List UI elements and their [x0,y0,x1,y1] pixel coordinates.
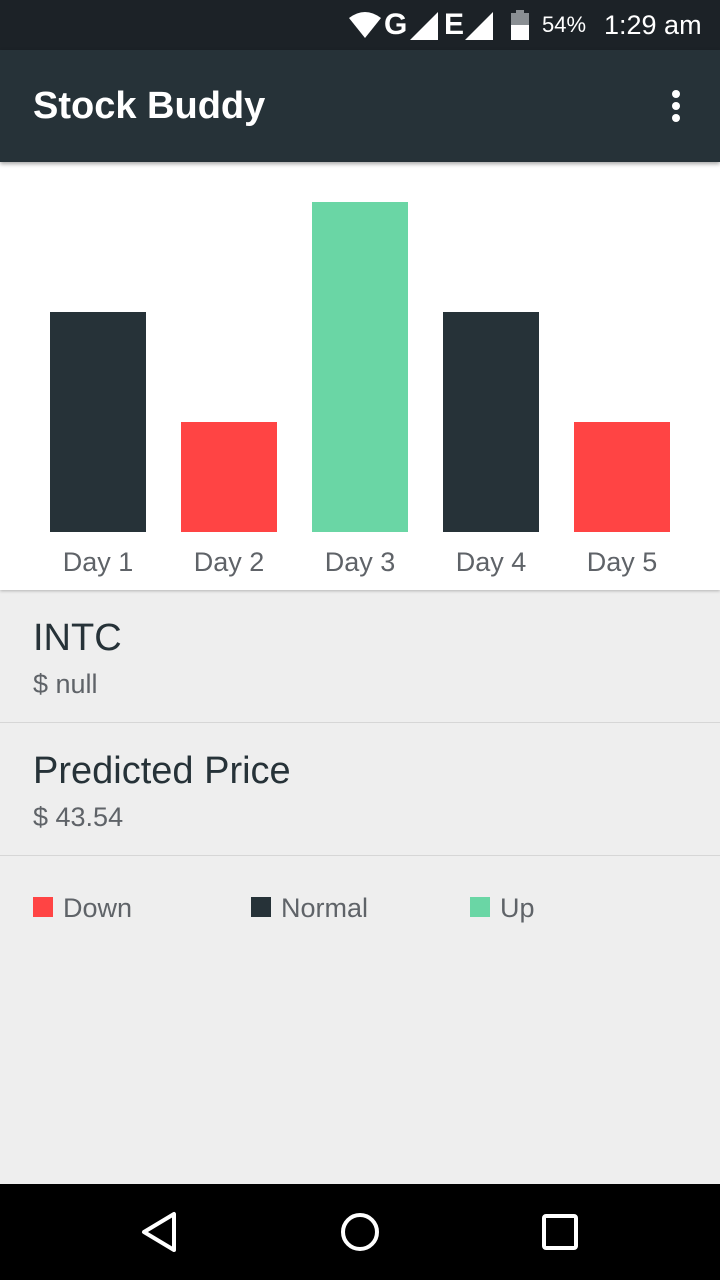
battery-percent: 54% [542,12,587,37]
back-icon[interactable] [136,1208,184,1256]
app-title: Stock Buddy [33,85,266,127]
cell-signal-icon [410,12,438,40]
status-bar: G E 54% 1:29 am [0,0,720,50]
predicted-price-value: $ 43.54 [33,802,124,832]
bar-chart: Day 1 Day 2 Day 3 Day 4 Day 5 [50,202,670,577]
home-icon[interactable] [336,1208,384,1256]
stock-price: $ null [33,669,98,699]
cell-signal-icon [465,12,493,40]
prediction-row: Predicted Price $ 43.54 [0,724,720,856]
x-tick-label: Day 5 [587,547,658,577]
battery-icon [511,10,529,40]
more-vert-icon-dot [672,114,680,122]
legend-label: Down [63,893,133,923]
bar-day-5 [574,422,670,532]
bar-day-1 [50,312,146,532]
legend-swatch-down [33,897,53,917]
x-tick-label: Day 1 [63,547,134,577]
network-type-e: E [444,8,465,41]
bar-day-4 [443,312,539,532]
stock-symbol: INTC [33,617,122,659]
legend-swatch-normal [251,897,271,917]
more-vert-icon-dot [672,102,680,110]
more-vert-icon [672,90,680,98]
stock-row: INTC $ null [0,591,720,723]
recents-icon[interactable] [536,1208,584,1256]
x-tick-label: Day 2 [194,547,265,577]
bar-day-2 [181,422,277,532]
network-type-g: G [384,8,408,41]
legend-swatch-up [470,897,490,917]
bar-day-3 [312,202,408,532]
legend-label: Normal [281,893,369,923]
nav-bar [0,1184,720,1280]
wifi-icon [349,12,381,38]
chart-card: Day 1 Day 2 Day 3 Day 4 Day 5 [0,162,720,590]
x-tick-label: Day 3 [325,547,396,577]
legend: Down Normal Up [0,880,720,936]
app-bar: Stock Buddy [0,50,720,162]
x-tick-label: Day 4 [456,547,527,577]
predicted-price-title: Predicted Price [33,750,291,792]
legend-label: Up [500,893,535,923]
clock: 1:29 am [604,10,702,40]
overflow-menu-button[interactable] [656,82,696,130]
